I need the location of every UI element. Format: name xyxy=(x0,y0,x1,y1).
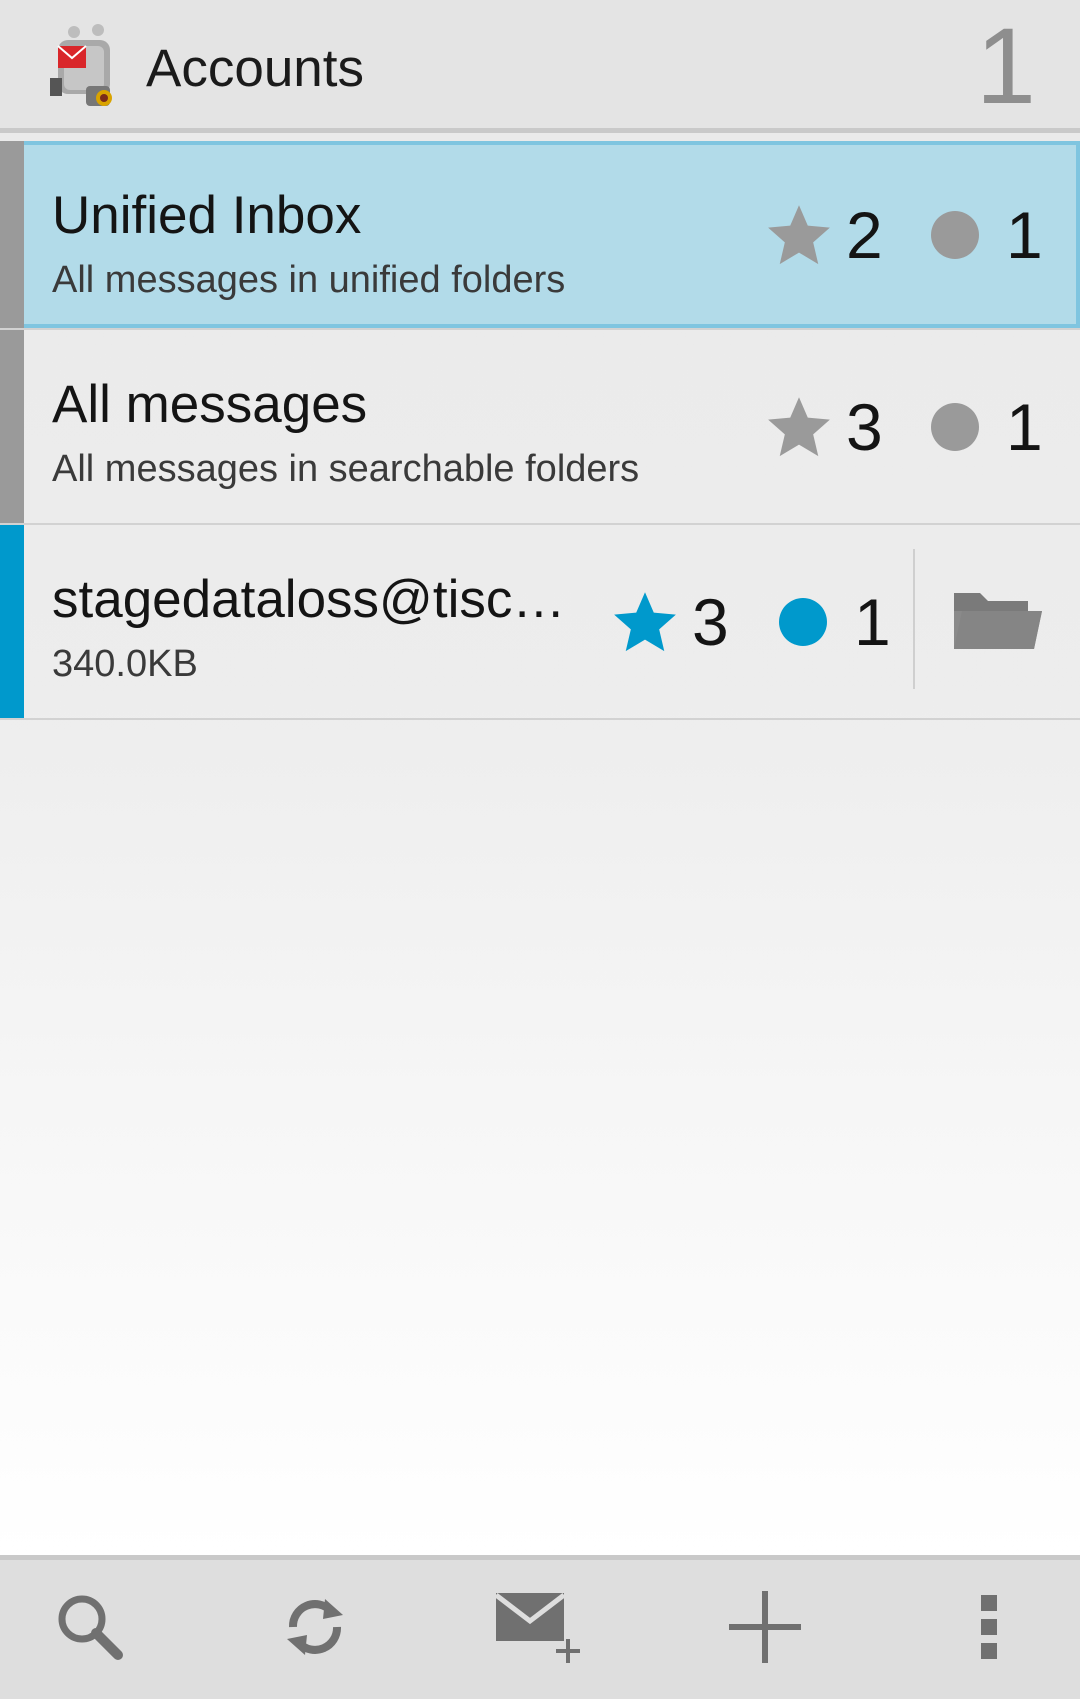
account-name: stagedataloss@tisc… xyxy=(52,570,566,629)
account-row-all-messages[interactable]: All messages All messages in searchable … xyxy=(0,330,1080,525)
star-icon xyxy=(764,393,834,461)
k9-mail-dog-icon[interactable] xyxy=(44,20,124,112)
unread-count-button[interactable]: 1 xyxy=(930,141,1043,328)
compose-button[interactable] xyxy=(438,1560,638,1699)
unread-count-button[interactable]: 1 xyxy=(930,330,1043,523)
account-row-stagedataloss[interactable]: stagedataloss@tisc… 340.0KB 3 1 xyxy=(0,525,1080,720)
bottom-action-bar xyxy=(0,1555,1080,1699)
flagged-count-button[interactable]: 3 xyxy=(610,525,729,718)
action-bar: Accounts 1 xyxy=(0,0,1080,133)
unread-count: 1 xyxy=(854,584,891,659)
unread-dot-icon xyxy=(778,597,828,647)
refresh-icon xyxy=(279,1591,351,1668)
add-account-button[interactable] xyxy=(665,1560,865,1699)
account-size: 340.0KB xyxy=(52,643,198,685)
folders-button[interactable] xyxy=(915,525,1080,718)
account-color-chip xyxy=(0,330,24,523)
account-row-unified-inbox[interactable]: Unified Inbox All messages in unified fo… xyxy=(0,141,1080,330)
search-icon xyxy=(54,1591,126,1668)
account-name: Unified Inbox xyxy=(52,186,362,245)
account-description: All messages in unified folders xyxy=(52,259,566,301)
account-description: All messages in searchable folders xyxy=(52,448,640,490)
star-icon xyxy=(610,588,680,656)
flagged-count: 3 xyxy=(692,584,729,659)
unread-count: 1 xyxy=(1006,389,1043,464)
overflow-menu-button[interactable] xyxy=(889,1560,1080,1699)
account-color-chip xyxy=(0,525,24,718)
flagged-count: 2 xyxy=(846,197,883,272)
account-list: Unified Inbox All messages in unified fo… xyxy=(0,133,1080,720)
overflow-menu-icon xyxy=(979,1595,999,1664)
search-button[interactable] xyxy=(0,1560,190,1699)
folder-icon xyxy=(952,587,1044,656)
add-icon xyxy=(727,1589,803,1670)
unread-count-button[interactable]: 1 xyxy=(778,525,891,718)
page-title: Accounts xyxy=(146,39,365,98)
flagged-count-button[interactable]: 3 xyxy=(764,330,883,523)
account-name: All messages xyxy=(52,375,368,434)
refresh-button[interactable] xyxy=(215,1560,415,1699)
compose-icon xyxy=(490,1587,586,1672)
flagged-count: 3 xyxy=(846,389,883,464)
flagged-count-button[interactable]: 2 xyxy=(764,141,883,328)
account-color-chip xyxy=(0,141,24,328)
unread-dot-icon xyxy=(930,402,980,452)
unread-count: 1 xyxy=(1006,197,1043,272)
star-icon xyxy=(764,201,834,269)
unread-dot-icon xyxy=(930,210,980,260)
unread-count-badge: 1 xyxy=(975,5,1036,126)
